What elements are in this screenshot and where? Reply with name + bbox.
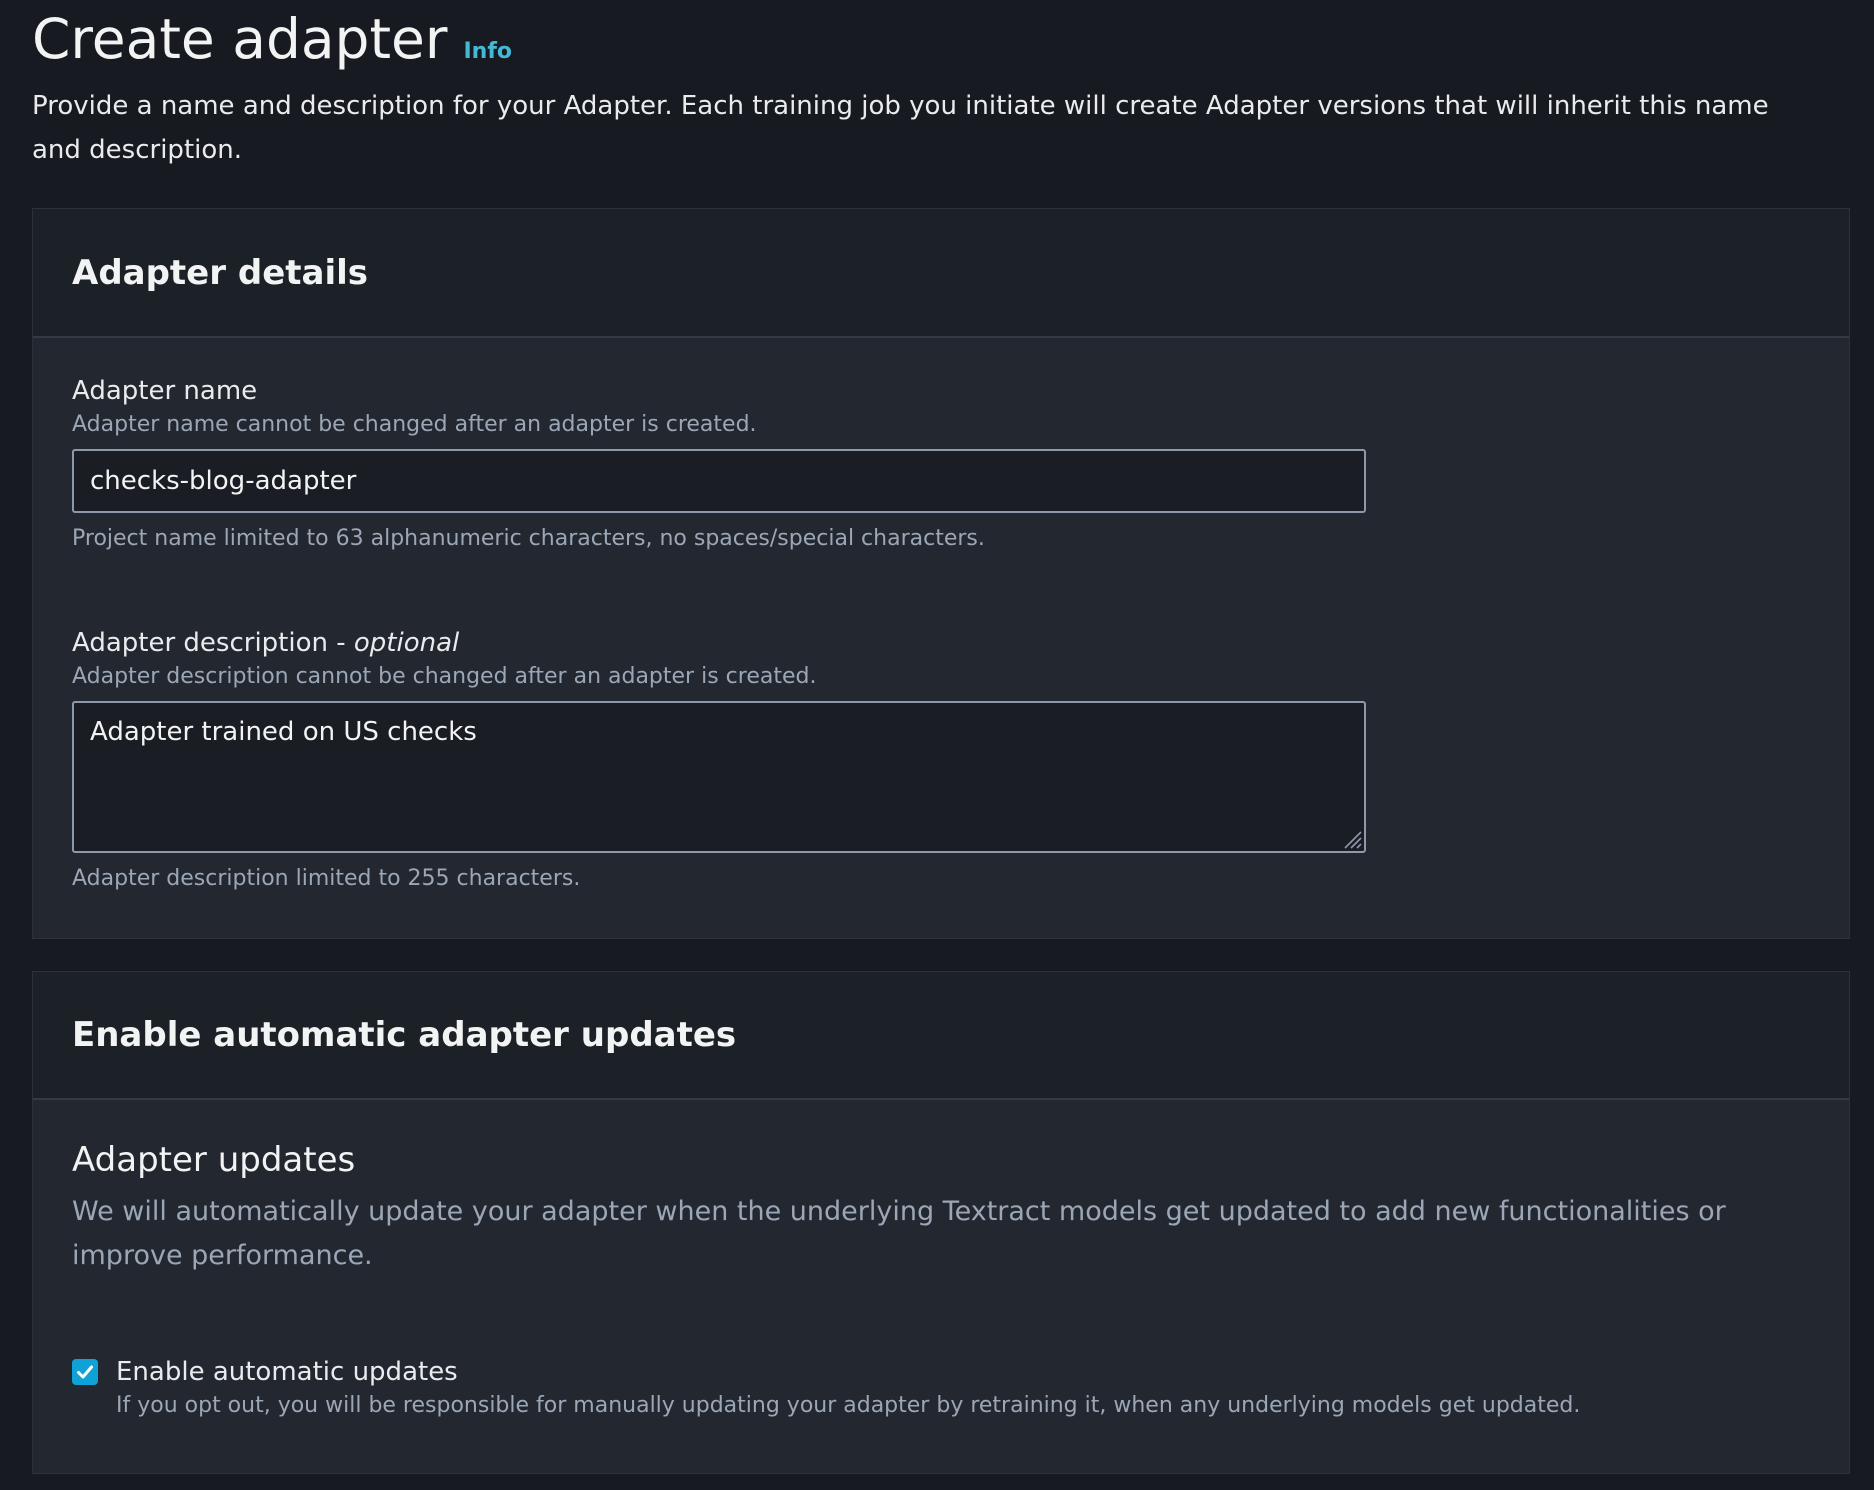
- adapter-name-input[interactable]: checks-blog-adapter: [72, 449, 1366, 513]
- page-description: Provide a name and description for your …: [32, 91, 1769, 165]
- page-title: Create adapter: [32, 7, 448, 71]
- enable-auto-updates-description: If you opt out, you will be responsible …: [116, 1393, 1581, 1418]
- resize-handle-icon[interactable]: [1340, 827, 1362, 849]
- checkbox-text: Enable automatic updates If you opt out,…: [116, 1355, 1580, 1421]
- enable-auto-updates-option[interactable]: Enable automatic updates If you opt out,…: [72, 1355, 1580, 1421]
- adapter-updates-description: We will automatically update your adapte…: [72, 1196, 1726, 1271]
- auto-updates-title: Enable automatic adapter updates: [72, 1015, 737, 1055]
- adapter-name-hint: Adapter name cannot be changed after an …: [72, 412, 757, 437]
- adapter-updates-section: Adapter updates We will automatically up…: [72, 1140, 1792, 1278]
- adapter-description-constraint: Adapter description limited to 255 chara…: [72, 866, 581, 891]
- adapter-name-field: Adapter name Adapter name cannot be chan…: [72, 375, 1366, 553]
- auto-updates-container: Enable automatic adapter updates Adapter…: [32, 971, 1850, 1474]
- enable-auto-updates-label[interactable]: Enable automatic updates: [116, 1355, 1580, 1389]
- adapter-details-header: Adapter details: [33, 209, 1849, 338]
- adapter-updates-heading: Adapter updates: [72, 1140, 356, 1180]
- optional-marker: optional: [353, 628, 460, 658]
- adapter-details-container: Adapter details Adapter name Adapter nam…: [32, 208, 1850, 939]
- adapter-description-label: Adapter description - optional: [72, 627, 1366, 659]
- adapter-name-value: checks-blog-adapter: [90, 466, 357, 496]
- adapter-description-value: Adapter trained on US checks: [90, 717, 477, 747]
- adapter-name-constraint: Project name limited to 63 alphanumeric …: [72, 526, 985, 551]
- adapter-description-textarea[interactable]: Adapter trained on US checks: [72, 701, 1366, 853]
- adapter-description-hint: Adapter description cannot be changed af…: [72, 664, 817, 689]
- auto-updates-header: Enable automatic adapter updates: [33, 972, 1849, 1100]
- adapter-description-label-text: Adapter description -: [72, 628, 354, 658]
- create-adapter-page: Create adapter Info Provide a name and d…: [32, 0, 1850, 1474]
- checkmark-icon: [77, 1365, 93, 1379]
- adapter-description-field: Adapter description - optional Adapter d…: [72, 627, 1366, 893]
- title-row: Create adapter Info: [32, 6, 1850, 72]
- info-link[interactable]: Info: [463, 39, 512, 64]
- page-header: Create adapter Info Provide a name and d…: [32, 0, 1850, 172]
- adapter-details-title: Adapter details: [72, 252, 368, 293]
- adapter-name-label: Adapter name: [72, 376, 258, 406]
- enable-auto-updates-checkbox[interactable]: [72, 1359, 98, 1385]
